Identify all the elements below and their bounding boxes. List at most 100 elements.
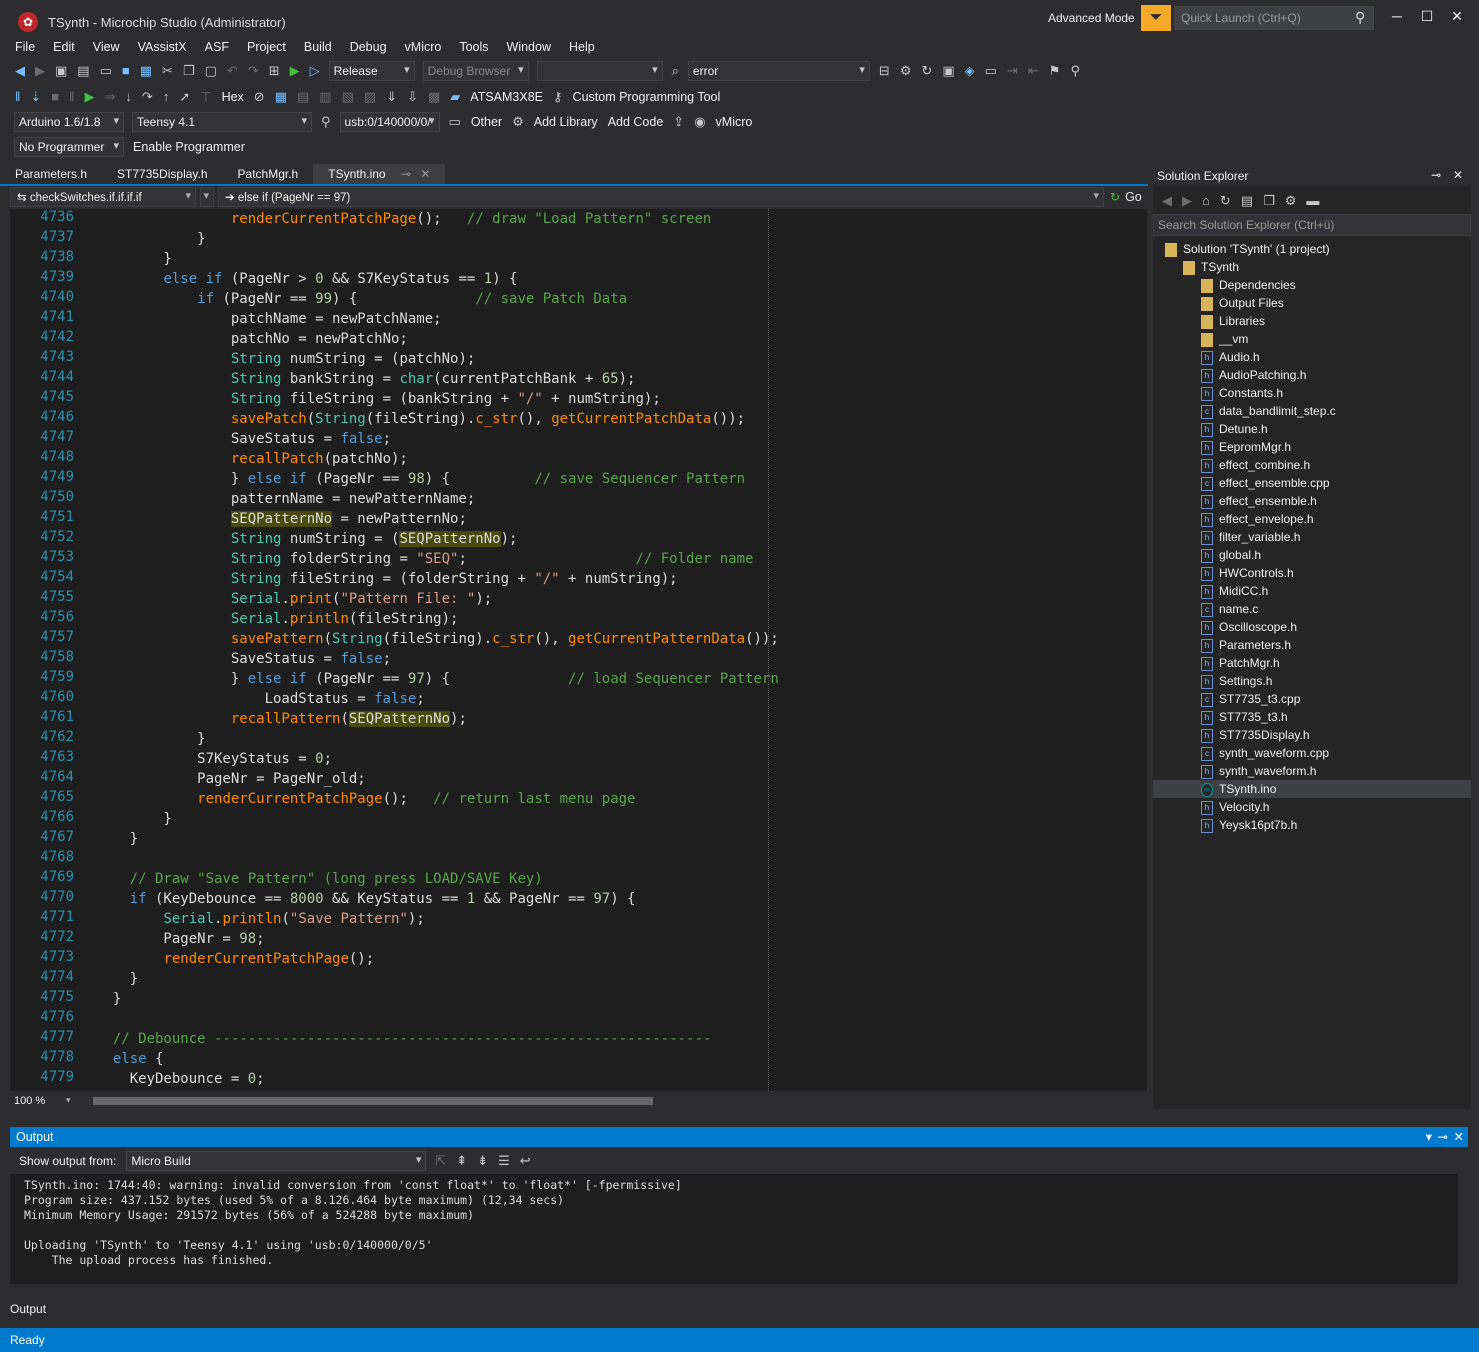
nav-spinner[interactable] [200,187,214,207]
save-all-icon[interactable]: ▦ [135,60,157,82]
next-message-icon[interactable]: ⇟ [472,1150,493,1172]
play-circle-icon[interactable]: ◉ [689,111,710,133]
tree-file[interactable]: h AudioPatching.h [1201,366,1306,384]
custom-programming-tool[interactable]: Custom Programming Tool [568,86,726,108]
code-line[interactable]: SaveStatus = false; [96,429,391,449]
code-line[interactable]: PageNr = 98; [96,929,264,949]
output-close-icon[interactable]: ✕ [1454,1129,1464,1144]
step-icon[interactable]: ⇣ [25,86,46,108]
tree-file[interactable]: c ST7735_t3.cpp [1201,690,1300,708]
member-select[interactable]: ➔ else if (PageNr == 97) [218,187,1104,207]
stop-icon[interactable]: ■ [46,86,64,108]
code-line[interactable]: } [96,249,171,269]
code-line[interactable]: } else if (PageNr == 98) { // save Seque… [96,469,745,489]
break-all-icon[interactable]: ‖ [10,86,25,108]
output-text[interactable]: TSynth.ino: 1744:40: warning: invalid co… [10,1174,1458,1284]
add-item-icon[interactable]: ▤ [72,60,94,82]
code-line[interactable]: recallPatch(patchNo); [96,449,408,469]
ide-version-select[interactable]: Arduino 1.6/1.8 [14,111,124,132]
device-program-icon[interactable]: ⇓ [381,86,402,108]
code-line[interactable]: Serial.println("Save Pattern"); [96,909,424,929]
tree-file[interactable]: h Velocity.h [1201,798,1269,816]
tree-file[interactable]: h Audio.h [1201,348,1260,366]
code-line[interactable]: S7KeyStatus = 0; [96,749,332,769]
tree-solution[interactable]: ◆ Solution 'TSynth' (1 project) [1165,240,1330,258]
editor-horizontal-scrollbar[interactable]: 100 % ▾ [10,1092,1147,1109]
scroll-thumb[interactable] [92,1096,653,1105]
tree-file[interactable]: ∞ TSynth.ino [1153,780,1471,798]
code-line[interactable]: Serial.println(fileString); [96,609,459,629]
board-select[interactable]: Teensy 4.1 [132,111,312,132]
sync-icon[interactable]: ↻ [1215,190,1236,212]
io-view-icon[interactable]: ▨ [359,86,381,108]
tree-file[interactable]: c data_bandlimit_step.c [1201,402,1336,420]
tree-file[interactable]: h Detune.h [1201,420,1268,438]
code-line[interactable]: else { [96,1049,164,1069]
find-message-icon[interactable]: ⇱ [430,1150,451,1172]
memory-icon[interactable]: ▤ [292,86,314,108]
tab-pin-icon[interactable]: ⊸ [401,167,411,181]
disasm-icon[interactable]: ▧ [337,86,359,108]
tree-file[interactable]: h ST7735Display.h [1201,726,1310,744]
code-line[interactable]: SEQPatternNo = newPatternNo; [96,509,467,529]
forward-icon[interactable]: ▶ [30,60,50,82]
step-out-icon[interactable]: ↑ [158,86,175,108]
code-line[interactable]: String folderString = "SEQ"; // Folder n… [96,549,754,569]
code-line[interactable]: patchName = newPatchName; [96,309,442,329]
code-line[interactable]: savePatch(String(fileString).c_str(), ge… [96,409,745,429]
code-line[interactable]: PageNr = PageNr_old; [96,769,366,789]
home-icon[interactable]: ⌂ [1197,190,1215,212]
minimize-button[interactable]: ─ [1382,8,1412,28]
menu-file[interactable]: File [0,37,44,57]
refresh-icon[interactable]: ↻ [916,60,937,82]
copy-icon[interactable]: ❐ [178,60,200,82]
code-line[interactable]: String fileString = (folderString + "/" … [96,569,678,589]
code-line[interactable]: } [96,809,171,829]
se-forward-icon[interactable]: ▶ [1177,190,1197,212]
cut-icon[interactable]: ✂ [157,60,178,82]
code-line[interactable]: renderCurrentPatchPage(); [96,949,374,969]
tree-file[interactable]: h synth_waveform.h [1201,762,1316,780]
outdent-icon[interactable]: ⇤ [1023,60,1044,82]
find-combo[interactable]: error [687,60,870,81]
paste-icon[interactable]: ▢ [200,60,222,82]
tree-project[interactable]: ▣ TSynth [1183,258,1239,276]
code-line[interactable]: } [96,729,205,749]
upload-icon[interactable]: ⇪ [668,111,689,133]
code-line[interactable]: SaveStatus = false; [96,649,391,669]
tree-folder[interactable]: ▸ Dependencies [1201,276,1296,294]
toolbox-icon[interactable]: ▣ [937,60,959,82]
preview-icon[interactable]: ▬ [1301,190,1324,212]
code-line[interactable]: } [96,829,138,849]
menu-edit[interactable]: Edit [44,37,84,57]
menu-view[interactable]: View [84,37,129,57]
output-scrollbar[interactable] [1458,1174,1468,1284]
code-line[interactable]: patternName = newPatternName; [96,489,475,509]
menu-debug[interactable]: Debug [341,37,396,57]
code-line[interactable]: recallPattern(SEQPatternNo); [96,709,467,729]
zoom-dropdown-icon[interactable]: ▾ [66,1095,71,1106]
tree-folder[interactable]: ▸ __vm [1201,330,1248,348]
code-line[interactable]: renderCurrentPatchPage(); // return last… [96,789,635,809]
tab-st7735display-h[interactable]: ST7735Display.h [102,164,223,184]
continue-icon[interactable]: ▶ [80,86,100,108]
tree-file[interactable]: h ST7735_t3.h [1201,708,1288,726]
pin-icon[interactable]: ⊸ [1431,168,1441,182]
new-project-icon[interactable]: ▣ [50,60,72,82]
terminal-icon[interactable]: ▭ [980,60,1002,82]
device-icon[interactable]: ◈ [960,60,980,82]
menu-window[interactable]: Window [498,37,560,57]
go-button[interactable]: Go [1120,186,1147,208]
show-next-icon[interactable]: ⇒ [100,86,121,108]
indent-icon[interactable]: ⇥ [1002,60,1023,82]
find-in-files-icon[interactable]: ⌕ [667,60,684,82]
back-icon[interactable]: ◀ [10,60,30,82]
prev-message-icon[interactable]: ⇞ [451,1150,472,1172]
clear-all-icon[interactable]: ☰ [493,1150,515,1172]
custom-tool-icon[interactable]: ⚷ [548,86,568,108]
quick-launch-input[interactable]: Quick Launch (Ctrl+Q) [1174,6,1374,30]
output-dropdown-icon[interactable]: ▾ [1426,1129,1432,1144]
output-pin-icon[interactable]: ⊸ [1438,1129,1448,1144]
platform-select[interactable] [536,60,663,81]
editor-vertical-scrollbar[interactable] [1131,209,1147,1091]
